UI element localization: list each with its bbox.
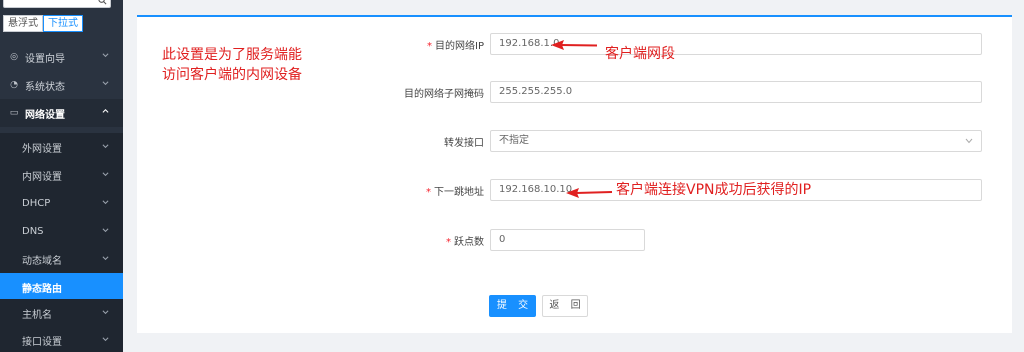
sidebar-item-label: DNS [22, 225, 44, 237]
required-mark: * [426, 187, 431, 198]
dashboard-icon: ◔ [10, 80, 18, 90]
nav-item-setup-wizard[interactable]: ◎ 设置向导 [0, 43, 123, 71]
annotation-arrow-icon [566, 188, 613, 198]
subnet-mask-input[interactable]: 255.255.255.0 [490, 81, 982, 103]
nav-item-system-status[interactable]: ◔ 系统状态 [0, 71, 123, 99]
required-mark: * [427, 41, 433, 52]
chevron-down-icon [102, 81, 109, 86]
interface-select[interactable]: 不指定 [490, 130, 982, 152]
hops-label: * 跃点数 [446, 233, 484, 248]
sidebar-item-label: 动态域名 [22, 255, 62, 267]
sidebar-item-dhcp[interactable]: DHCP [0, 189, 123, 217]
compass-icon: ◎ [10, 52, 18, 62]
back-button[interactable]: 返 回 [542, 295, 588, 317]
dest-ip-annotation: 客户端网段 [605, 46, 675, 62]
sidebar-item-label: 静态路由 [22, 283, 62, 295]
sidebar-item-dns[interactable]: DNS [0, 217, 123, 245]
chevron-down-icon [965, 138, 973, 144]
chevron-down-icon [102, 53, 109, 58]
sidebar: 悬浮式 下拉式 ◎ 设置向导 ◔ 系统状态 ▭ 网络设置 外网设置 内网设置 D… [0, 0, 123, 352]
sidebar-item-lan[interactable]: 内网设置 [0, 161, 123, 189]
submit-button[interactable]: 提 交 [489, 295, 536, 317]
nav-item-label: 设置向导 [25, 53, 65, 65]
sidebar-item-static-route[interactable]: 静态路由 [0, 273, 123, 301]
next-hop-annotation: 客户端连接VPN成功后获得的IP [616, 182, 812, 198]
sidebar-item-ddns[interactable]: 动态域名 [0, 245, 123, 273]
sidebar-item-label: 接口设置 [22, 336, 62, 348]
nav-item-network-settings[interactable]: ▭ 网络设置 [0, 99, 123, 127]
chevron-down-icon [102, 228, 109, 233]
nav-item-label: 网络设置 [25, 109, 65, 121]
monitor-icon: ▭ [9, 108, 19, 118]
sidebar-item-label: 外网设置 [22, 143, 62, 155]
dropdown-mode-button[interactable]: 下拉式 [43, 15, 83, 32]
hops-input[interactable]: 0 [490, 229, 645, 251]
chevron-down-icon [102, 172, 109, 177]
annotation-arrow-icon [551, 40, 598, 50]
sidebar-item-label: 内网设置 [22, 171, 62, 183]
chevron-down-icon [102, 256, 109, 261]
dest-ip-label-text: 目的网络IP [435, 41, 484, 52]
next-hop-label-text: 下一跳地址 [434, 187, 484, 198]
interface-selected-value: 不指定 [499, 135, 529, 146]
search-icon[interactable] [98, 0, 107, 5]
sidebar-item-label: 主机名 [22, 309, 52, 321]
interface-label: 转发接口 [444, 138, 484, 149]
subnet-mask-label: 目的网络子网掩码 [404, 89, 484, 100]
sidebar-item-wan[interactable]: 外网设置 [0, 133, 123, 161]
static-route-form-panel: 此设置是为了服务端能 访问客户端的内网设备 * 目的网络IP 192.168.1.… [137, 15, 1012, 333]
required-mark: * [446, 237, 451, 248]
menu-mode-switch: 悬浮式 下拉式 [3, 15, 83, 32]
sidebar-item-hostname[interactable]: 主机名 [0, 299, 123, 327]
nav-item-label: 系统状态 [25, 81, 65, 93]
hops-row: * 跃点数 0 [137, 229, 1012, 251]
sidebar-item-interface[interactable]: 接口设置 [0, 326, 123, 352]
hops-label-text: 跃点数 [454, 237, 484, 248]
chevron-down-icon [102, 144, 109, 149]
menu-search-input[interactable] [3, 0, 111, 8]
chevron-down-icon [102, 200, 109, 205]
chevron-down-icon [102, 310, 109, 315]
chevron-up-icon [102, 109, 109, 113]
interface-row: 转发接口 不指定 [137, 130, 1012, 152]
chevron-down-icon [102, 337, 109, 342]
sidebar-header: 悬浮式 下拉式 [0, 0, 123, 40]
hover-mode-button[interactable]: 悬浮式 [3, 15, 43, 32]
dest-ip-label: * 目的网络IP [427, 37, 484, 52]
sidebar-item-label: DHCP [22, 197, 51, 209]
subnet-mask-row: 目的网络子网掩码 255.255.255.0 [137, 81, 1012, 103]
next-hop-label: * 下一跳地址 [426, 183, 484, 198]
